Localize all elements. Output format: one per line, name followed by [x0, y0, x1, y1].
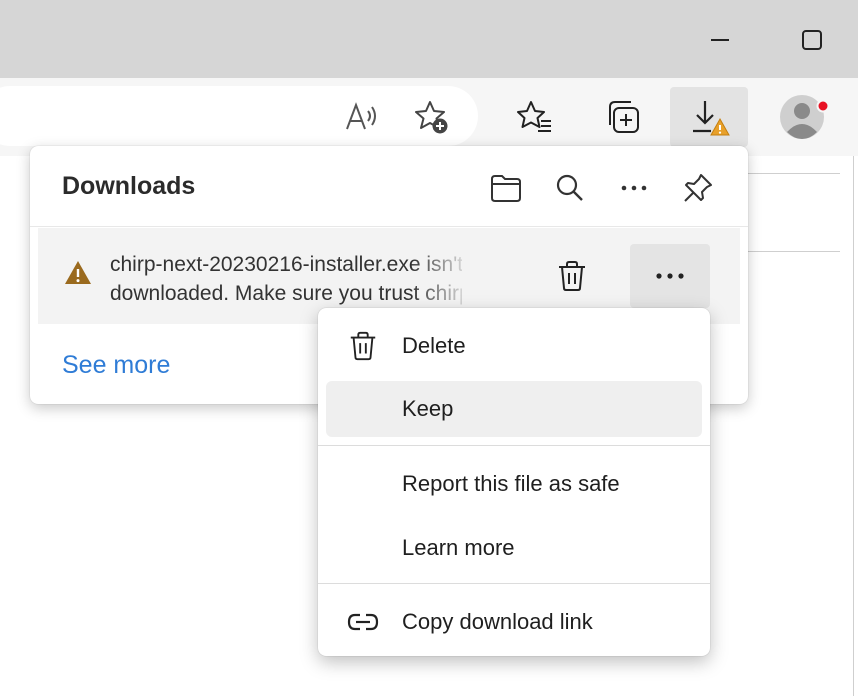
menu-item-label: Copy download link [402, 609, 593, 634]
profile-button[interactable] [776, 89, 832, 145]
download-more-actions-button[interactable] [630, 244, 710, 308]
warning-icon [64, 260, 92, 291]
divider [30, 226, 748, 227]
open-folder-button[interactable] [486, 168, 526, 208]
minimize-icon [711, 39, 729, 41]
divider [740, 251, 840, 252]
menu-item-learn-more[interactable]: Learn more [326, 520, 702, 576]
menu-item-report-safe[interactable]: Report this file as safe [326, 456, 702, 512]
notification-dot [816, 99, 830, 113]
address-bar[interactable] [0, 86, 478, 146]
collections-icon [609, 101, 639, 133]
maximize-icon [802, 30, 822, 50]
download-context-menu: Delete Keep Report this file as safe Lea… [318, 308, 710, 656]
menu-item-label: Report this file as safe [402, 471, 620, 496]
browser-toolbar [0, 78, 858, 156]
download-warning-line-2: downloaded. Make sure you trust chirp-ne… [110, 282, 462, 305]
menu-item-keep[interactable]: Keep [326, 381, 702, 437]
divider [740, 173, 840, 174]
more-options-button[interactable] [614, 168, 654, 208]
search-downloads-button[interactable] [550, 168, 590, 208]
menu-item-delete[interactable]: Delete [326, 318, 702, 374]
collections-button[interactable] [599, 93, 647, 141]
download-warning-icon [693, 101, 730, 136]
divider [853, 156, 854, 696]
pin-button[interactable] [678, 168, 718, 208]
trash-icon [346, 329, 380, 363]
text-fade [412, 242, 472, 312]
menu-item-label: Learn more [402, 535, 515, 560]
maximize-button[interactable] [792, 20, 832, 60]
read-aloud-button[interactable] [337, 93, 385, 141]
favorites-list-icon [517, 101, 551, 132]
menu-item-label: Keep [402, 396, 454, 421]
minimize-button[interactable] [700, 20, 740, 60]
download-warning-text: chirp-next-20230216-installer.exe isn't … [110, 250, 462, 308]
search-icon [556, 174, 583, 201]
folder-icon [491, 175, 521, 202]
favorites-button[interactable] [511, 93, 559, 141]
more-icon [621, 185, 647, 191]
menu-item-copy-link[interactable]: Copy download link [326, 594, 702, 650]
link-icon [346, 605, 380, 639]
pin-icon [684, 174, 712, 202]
star-add-icon [415, 101, 448, 134]
more-icon [656, 273, 684, 279]
panel-title: Downloads [62, 172, 196, 200]
add-favorite-button[interactable] [408, 93, 456, 141]
menu-separator [318, 445, 710, 446]
menu-separator [318, 583, 710, 584]
delete-download-button[interactable] [548, 252, 596, 300]
read-aloud-icon [346, 102, 376, 130]
trash-icon [559, 261, 585, 291]
avatar-icon [780, 95, 830, 139]
see-more-link[interactable]: See more [62, 351, 170, 380]
download-warning-line-1: chirp-next-20230216-installer.exe isn't … [110, 253, 462, 276]
downloads-button[interactable] [670, 87, 748, 147]
title-bar [0, 0, 858, 78]
menu-item-label: Delete [402, 333, 466, 358]
